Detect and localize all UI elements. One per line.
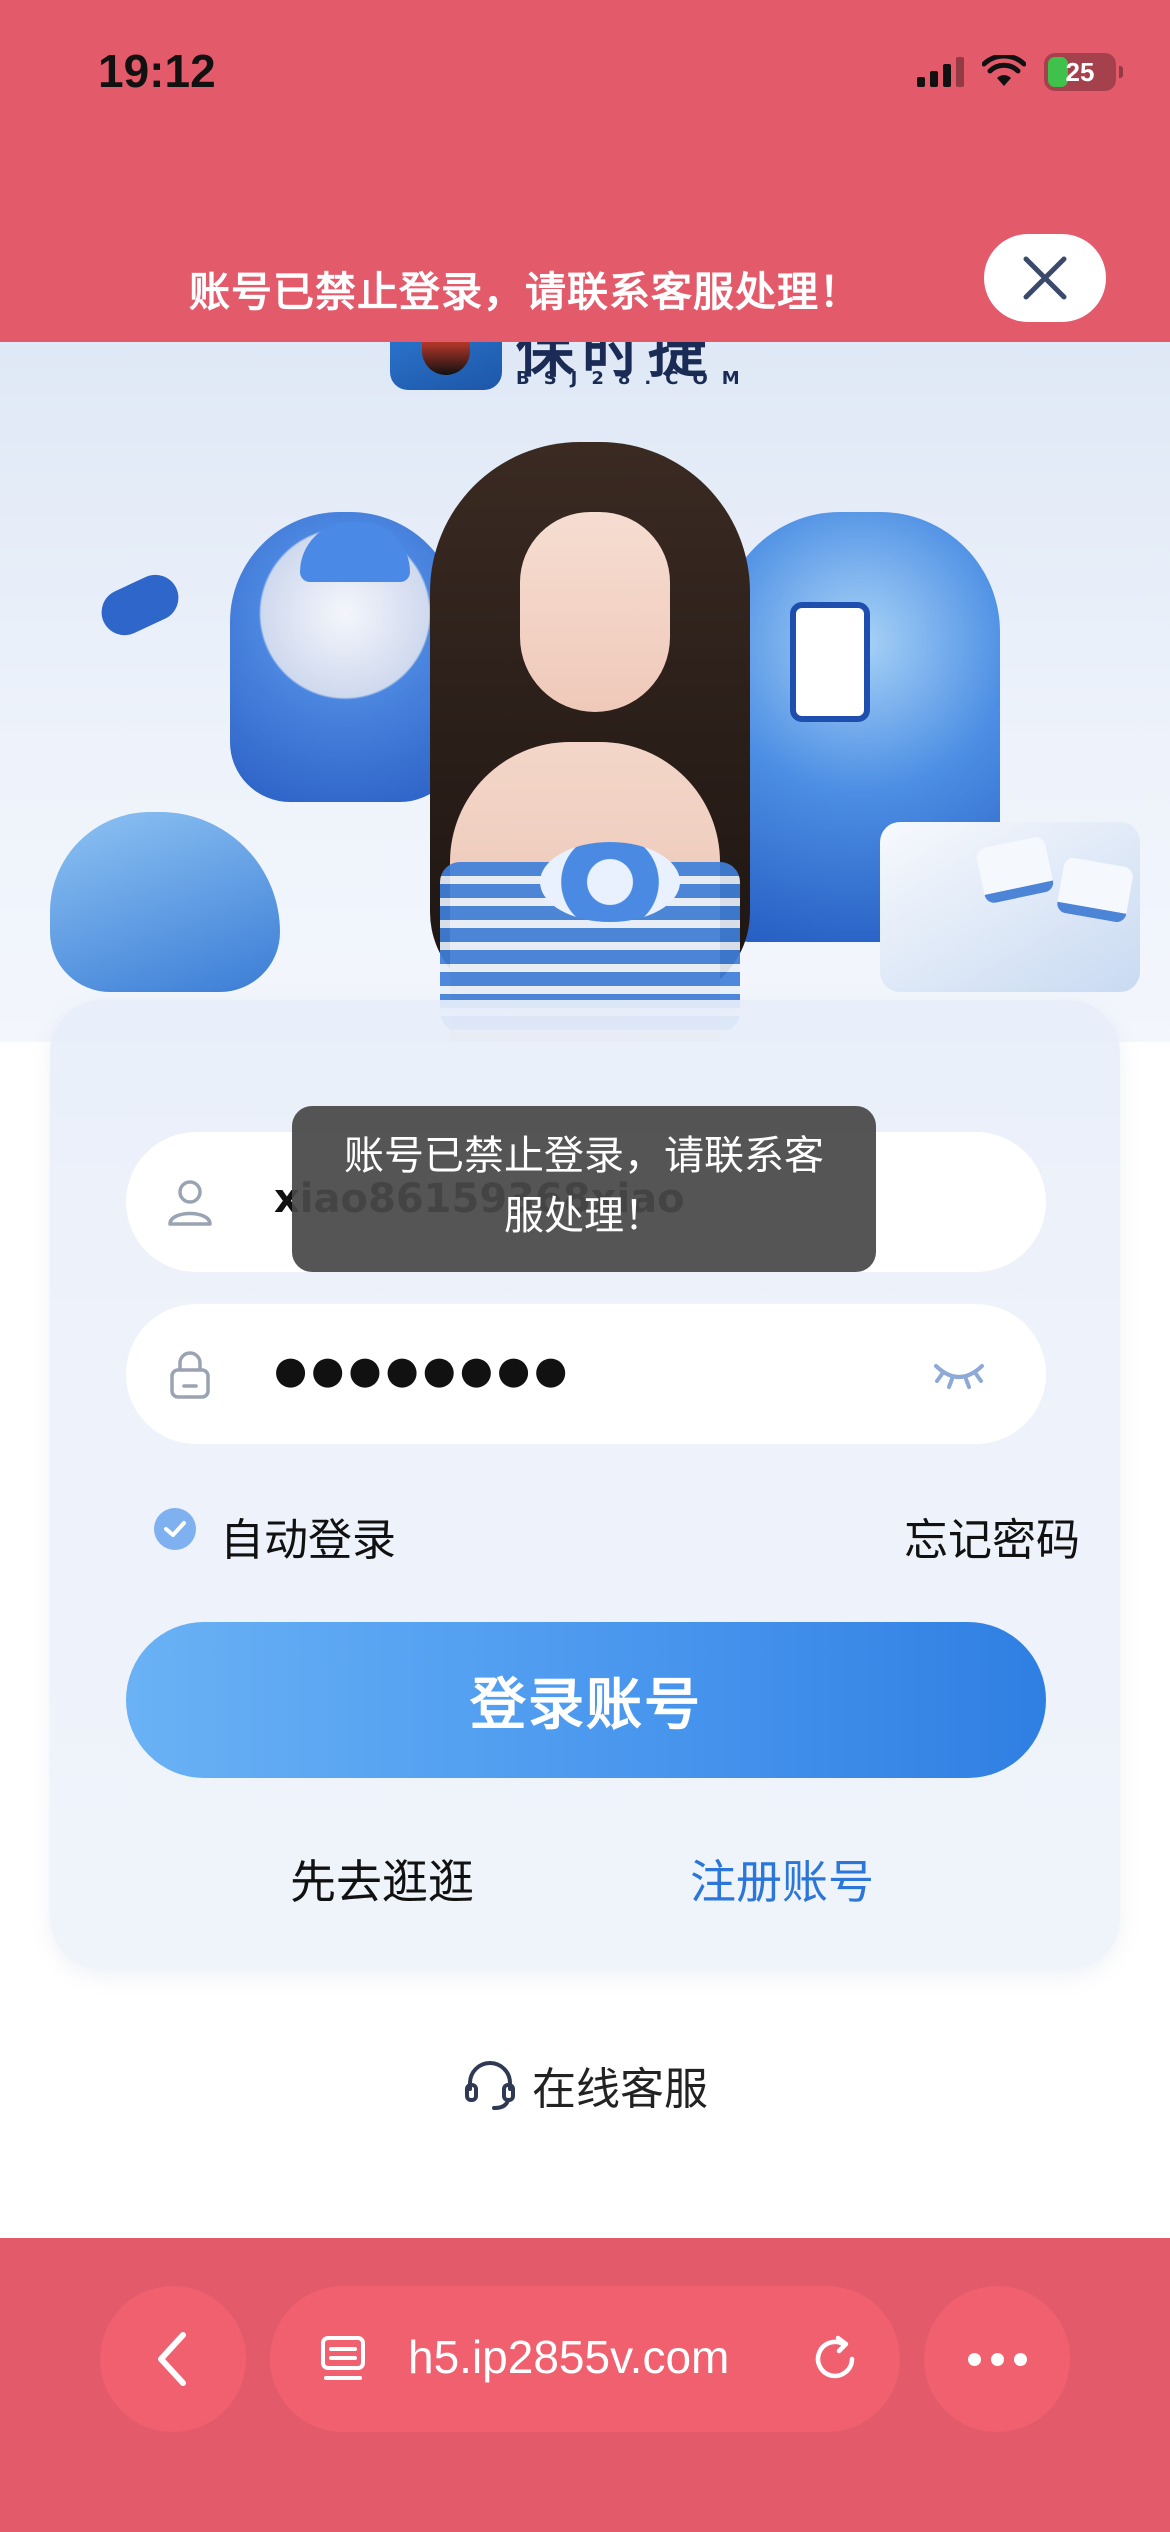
more-dot	[967, 2352, 981, 2366]
shark-illustration	[50, 812, 280, 992]
eye-closed-icon[interactable]	[932, 1356, 986, 1392]
user-icon	[168, 1180, 212, 1226]
tabs-icon	[321, 2336, 365, 2380]
mahjong-tile	[1055, 856, 1135, 924]
online-support-link[interactable]: 在线客服	[0, 2050, 1170, 2120]
close-icon	[1023, 256, 1067, 300]
browser-toolbar: h5.ip2855v.com	[0, 2238, 1170, 2532]
ban-message: 账号已禁止登录，请联系客服处理！	[189, 268, 861, 316]
more-options-button[interactable]	[924, 2286, 1070, 2432]
forgot-password-link[interactable]: 忘记密码	[904, 1504, 1080, 1568]
online-support-label[interactable]: 在线客服	[532, 2053, 708, 2117]
password-input[interactable]: ●●●●●●●●	[274, 1348, 571, 1392]
poker-chip-illustration	[540, 842, 680, 922]
battery-icon: 25	[1044, 53, 1123, 91]
chevron-left-icon	[158, 2332, 186, 2386]
model-face-illustration	[520, 512, 670, 712]
slot-window-illustration	[790, 602, 870, 722]
lock-icon	[170, 1351, 210, 1399]
login-options-row: 自动登录 忘记密码	[150, 1500, 1080, 1566]
register-link[interactable]: 注册账号	[690, 1846, 874, 1912]
status-bar: 19:12 25	[0, 0, 1170, 150]
browse-first-link[interactable]: 先去逛逛	[290, 1846, 474, 1912]
browser-back-button[interactable]	[100, 2286, 246, 2432]
ban-banner: 账号已禁止登录，请联系客服处理！	[0, 150, 1170, 342]
password-field[interactable]: ●●●●●●●●	[126, 1304, 1046, 1444]
more-dot	[990, 2352, 1004, 2366]
address-url[interactable]: h5.ip2855v.com	[408, 2330, 729, 2384]
status-time: 19:12	[98, 45, 216, 97]
crest-icon	[422, 342, 470, 375]
reload-icon[interactable]	[808, 2332, 862, 2386]
headset-icon	[465, 2061, 515, 2110]
battery-level: 25	[1065, 56, 1095, 87]
status-icons: 25	[917, 50, 1123, 94]
login-button[interactable]: 登录账号	[126, 1622, 1046, 1778]
hero-banner-image: 保时捷 BSJ28.COM	[0, 342, 1170, 1042]
error-toast: 账号已禁止登录，请联系客服处理！	[292, 1106, 876, 1272]
cellular-signal-icon	[917, 57, 964, 87]
address-bar[interactable]: h5.ip2855v.com	[270, 2286, 900, 2432]
auto-login-label[interactable]: 自动登录	[220, 1504, 396, 1568]
banner-close-button[interactable]	[984, 234, 1106, 322]
wifi-icon	[982, 55, 1026, 86]
brand-domain: BSJ28.COM	[516, 368, 754, 389]
more-dot	[1013, 2352, 1027, 2366]
checkmark-icon	[164, 1521, 186, 1537]
cannon-illustration	[94, 567, 186, 643]
brand-logo	[390, 342, 502, 390]
auto-login-checkbox[interactable]	[154, 1508, 196, 1550]
